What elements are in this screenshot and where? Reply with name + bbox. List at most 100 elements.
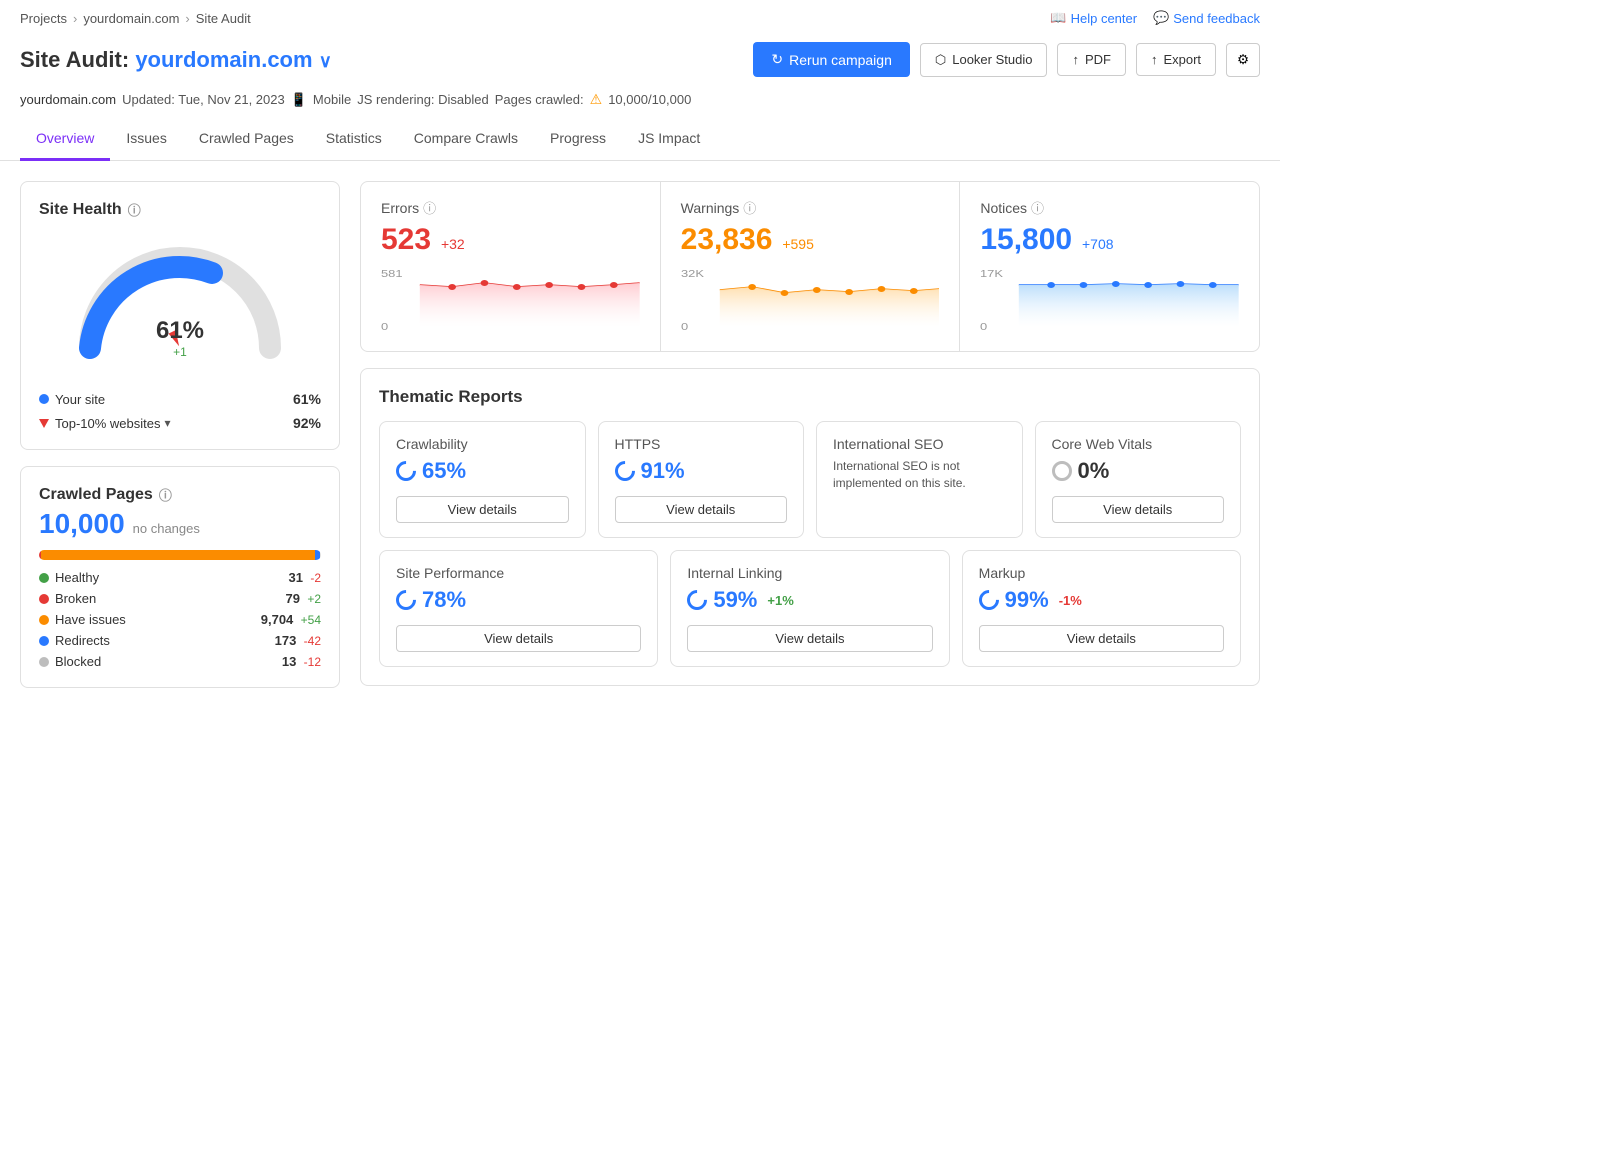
- crawlability-circle-icon: [392, 457, 420, 485]
- have-issues-dot: [39, 615, 49, 625]
- help-center-link[interactable]: 📖 Help center: [1050, 10, 1137, 26]
- thematic-grid-row1: Crawlability 65% View details HTTPS 91% …: [379, 421, 1241, 538]
- stats-row: Errors ⓘ 523 +32 581: [360, 181, 1260, 352]
- thematic-international-seo: International SEO International SEO is n…: [816, 421, 1023, 538]
- gear-icon: ⚙: [1237, 52, 1249, 68]
- svg-text:581: 581: [381, 269, 403, 279]
- svg-text:+1: +1: [173, 345, 187, 359]
- crawled-no-changes: no changes: [133, 521, 200, 536]
- cl-have-issues: Have issues 9,704 +54: [39, 612, 321, 627]
- crawled-pages-info-icon[interactable]: ⓘ: [159, 485, 172, 504]
- site-health-title: Site Health: [39, 201, 122, 219]
- top10-triangle-icon: [39, 419, 49, 428]
- export-button[interactable]: ↑ Export: [1136, 43, 1216, 76]
- tab-progress[interactable]: Progress: [534, 118, 622, 161]
- breadcrumb: Projects › yourdomain.com › Site Audit 📖…: [0, 0, 1280, 36]
- redirects-dot: [39, 636, 49, 646]
- cl-blocked: Blocked 13 -12: [39, 654, 321, 669]
- tab-issues[interactable]: Issues: [110, 118, 182, 161]
- notices-change: +708: [1082, 236, 1114, 252]
- notices-card: Notices ⓘ 15,800 +708: [960, 182, 1259, 351]
- svg-text:0: 0: [980, 322, 987, 332]
- cl-broken: Broken 79 +2: [39, 591, 321, 606]
- thematic-internal-linking: Internal Linking 59% +1% View details: [670, 550, 949, 667]
- crawlability-view-details-button[interactable]: View details: [396, 496, 569, 523]
- warnings-chart: 32K 0: [681, 265, 940, 335]
- chat-icon: 💬: [1153, 10, 1169, 26]
- thematic-reports-title: Thematic Reports: [379, 387, 1241, 407]
- gauge-legend: Your site 61% Top-10% websites ▾ 92%: [39, 391, 321, 431]
- thematic-grid-row2: Site Performance 78% View details Intern…: [379, 550, 1241, 667]
- errors-change: +32: [441, 236, 465, 252]
- svg-text:0: 0: [681, 322, 688, 332]
- core-web-vitals-view-details-button[interactable]: View details: [1052, 496, 1225, 523]
- thematic-crawlability: Crawlability 65% View details: [379, 421, 586, 538]
- page-header: Site Audit: yourdomain.com ∨ ↻ Rerun cam…: [0, 36, 1280, 87]
- svg-text:17K: 17K: [980, 269, 1003, 279]
- cl-redirects: Redirects 173 -42: [39, 633, 321, 648]
- upload-icon: ↑: [1072, 52, 1079, 67]
- looker-icon: ⬡: [935, 52, 946, 68]
- send-feedback-link[interactable]: 💬 Send feedback: [1153, 10, 1260, 26]
- top10-dropdown-icon[interactable]: ▾: [165, 416, 171, 430]
- site-health-info-icon[interactable]: ⓘ: [128, 200, 141, 219]
- svg-text:32K: 32K: [681, 269, 704, 279]
- left-column: Site Health ⓘ 61% +1: [20, 181, 340, 688]
- settings-button[interactable]: ⚙: [1226, 43, 1260, 77]
- notices-info-icon[interactable]: ⓘ: [1031, 198, 1044, 217]
- subheader: yourdomain.com Updated: Tue, Nov 21, 202…: [0, 87, 1280, 118]
- errors-chart: 581 0: [381, 265, 640, 335]
- warnings-info-icon[interactable]: ⓘ: [743, 198, 756, 217]
- https-circle-icon: [610, 457, 638, 485]
- tab-compare-crawls[interactable]: Compare Crawls: [398, 118, 534, 161]
- main-content: Site Health ⓘ 61% +1: [0, 161, 1280, 708]
- broken-dot: [39, 594, 49, 604]
- looker-studio-button[interactable]: ⬡ Looker Studio: [920, 43, 1048, 77]
- right-column: Errors ⓘ 523 +32 581: [360, 181, 1260, 688]
- errors-info-icon[interactable]: ⓘ: [423, 198, 436, 217]
- tab-crawled-pages[interactable]: Crawled Pages: [183, 118, 310, 161]
- pb-blocked: [320, 550, 321, 560]
- errors-value: 523: [381, 223, 431, 256]
- breadcrumb-page: Site Audit: [196, 11, 251, 26]
- markup-view-details-button[interactable]: View details: [979, 625, 1224, 652]
- notices-value: 15,800: [980, 223, 1072, 256]
- internal-linking-circle-icon: [683, 586, 711, 614]
- gauge-chart: 61% +1: [39, 223, 321, 383]
- export-icon: ↑: [1151, 52, 1158, 67]
- header-actions: ↻ Rerun campaign ⬡ Looker Studio ↑ PDF ↑…: [753, 42, 1260, 77]
- svg-text:61%: 61%: [156, 317, 204, 344]
- legend-top10: Top-10% websites ▾ 92%: [39, 415, 321, 431]
- domain-dropdown-icon[interactable]: ∨: [319, 51, 332, 71]
- https-view-details-button[interactable]: View details: [615, 496, 788, 523]
- site-performance-view-details-button[interactable]: View details: [396, 625, 641, 652]
- blocked-dot: [39, 657, 49, 667]
- tab-statistics[interactable]: Statistics: [310, 118, 398, 161]
- thematic-reports-card: Thematic Reports Crawlability 65% View d…: [360, 368, 1260, 686]
- gauge-svg: 61% +1: [70, 233, 290, 373]
- page-title: Site Audit: yourdomain.com ∨: [20, 47, 332, 73]
- core-web-vitals-circle-icon: [1052, 461, 1072, 481]
- cl-healthy: Healthy 31 -2: [39, 570, 321, 585]
- tab-js-impact[interactable]: JS Impact: [622, 118, 716, 161]
- breadcrumb-projects[interactable]: Projects: [20, 11, 67, 26]
- thematic-core-web-vitals: Core Web Vitals 0% View details: [1035, 421, 1242, 538]
- markup-circle-icon: [975, 586, 1003, 614]
- healthy-dot: [39, 573, 49, 583]
- breadcrumb-domain[interactable]: yourdomain.com: [83, 11, 179, 26]
- book-icon: 📖: [1050, 10, 1066, 26]
- internal-linking-view-details-button[interactable]: View details: [687, 625, 932, 652]
- warnings-card: Warnings ⓘ 23,836 +595: [661, 182, 961, 351]
- errors-card: Errors ⓘ 523 +32 581: [361, 182, 661, 351]
- crawled-progress-bar: [39, 550, 321, 560]
- pdf-button[interactable]: ↑ PDF: [1057, 43, 1126, 76]
- thematic-site-performance: Site Performance 78% View details: [379, 550, 658, 667]
- device-icon: 📱: [291, 92, 307, 108]
- crawled-pages-title: Crawled Pages: [39, 486, 153, 504]
- site-performance-circle-icon: [392, 586, 420, 614]
- legend-your-site: Your site 61%: [39, 391, 321, 407]
- pb-issues: [41, 550, 315, 560]
- rerun-campaign-button[interactable]: ↻ Rerun campaign: [753, 42, 909, 77]
- tab-overview[interactable]: Overview: [20, 118, 110, 161]
- warning-icon: ⚠: [590, 91, 603, 108]
